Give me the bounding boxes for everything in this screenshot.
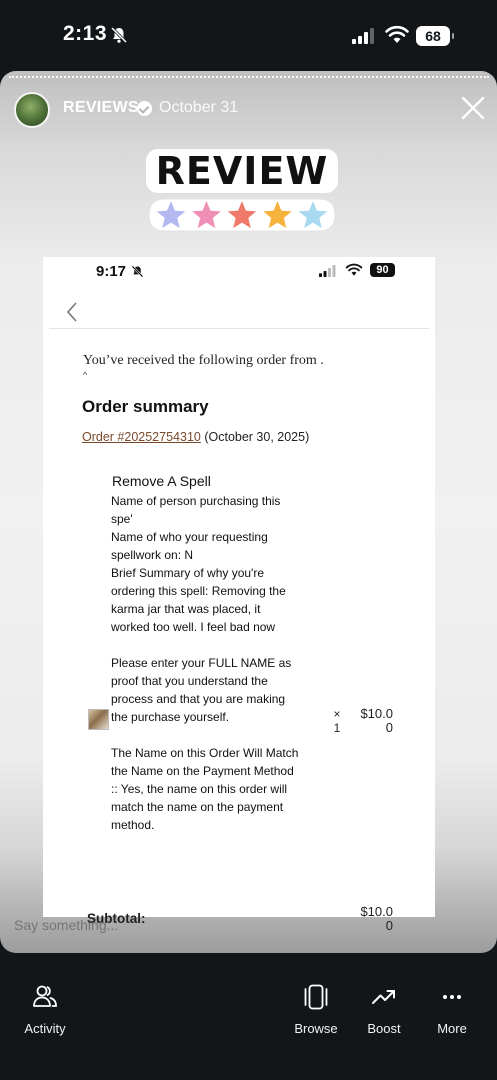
wifi-icon	[385, 25, 409, 43]
detail-line: the purchase yourself.	[111, 710, 230, 724]
account-avatar[interactable]	[14, 92, 50, 128]
detail-line: method.	[111, 818, 155, 832]
detail-line: the Name on the Payment Method	[111, 764, 294, 778]
quantity-value: 1	[333, 721, 341, 735]
order-screenshot: 9:17 90 You’ve received the following or…	[43, 257, 435, 933]
detail-line: match the name on the payment	[111, 800, 284, 814]
detail-line: The Name on this Order Will Match	[111, 746, 299, 760]
trending-up-icon	[372, 990, 395, 1004]
inner-wifi-icon	[345, 263, 363, 276]
bell-muted-icon	[110, 26, 128, 44]
detail-line: Brief Summary of why you're	[111, 566, 265, 580]
story-username[interactable]: REVIEWS	[63, 99, 139, 117]
product-name: Remove A Spell	[112, 473, 211, 489]
order-line: Order #20252754310 (October 30, 2025)	[82, 430, 309, 444]
story-viewer-screen: 2:13 68 REVIEWS October 31 REVIEW 9:17 9…	[0, 0, 497, 1080]
story-card[interactable]: REVIEWS October 31 REVIEW 9:17 90 You’ve…	[0, 71, 497, 953]
detail-line: ordering this spell: Removing the	[111, 584, 286, 598]
detail-line: :: Yes, the name on this order will	[111, 782, 288, 796]
product-quantity: × 1	[330, 707, 344, 735]
detail-spacer	[111, 636, 333, 654]
reply-input[interactable]	[14, 917, 474, 933]
inner-battery-indicator: 90	[370, 263, 395, 277]
people-icon	[33, 985, 57, 1007]
detail-spacer	[111, 726, 333, 744]
quantity-multiplier: ×	[333, 707, 341, 721]
inner-divider	[49, 328, 429, 329]
order-date: (October 30, 2025)	[200, 430, 310, 444]
detail-line: spellwork on: N	[111, 548, 194, 562]
sticker-title: REVIEW	[145, 149, 339, 193]
status-time: 2:13	[63, 22, 108, 45]
back-chevron-icon	[66, 302, 77, 322]
story-date: October 31	[159, 99, 239, 116]
inner-signal-icon	[319, 265, 336, 277]
order-intro-text: You’ve received the following order from…	[83, 353, 324, 368]
review-sticker: REVIEW	[143, 149, 341, 241]
detail-line: process and that you are making	[111, 692, 286, 706]
detail-line: Please enter your FULL NAME as	[111, 656, 292, 670]
detail-line: worked too well. I feel bad now	[111, 620, 276, 634]
nav-activity[interactable]: Activity	[5, 983, 85, 1036]
nav-activity-label: Activity	[24, 1021, 66, 1036]
detail-line: Name of person purchasing this	[111, 494, 281, 508]
inner-bell-muted-icon	[131, 265, 144, 278]
product-details: Name of person purchasing this spe' Name o…	[111, 492, 333, 834]
nav-more[interactable]: More	[412, 983, 492, 1036]
star-rating	[148, 198, 336, 232]
close-icon[interactable]	[458, 93, 488, 123]
detail-line: proof that you understand the	[111, 674, 268, 688]
nav-more-label: More	[437, 1021, 467, 1036]
product-thumbnail	[88, 709, 109, 730]
product-price: $10.0 0	[353, 707, 393, 735]
detail-line: spe'	[111, 512, 133, 526]
order-summary-heading: Order summary	[82, 397, 209, 416]
detail-line: karma jar that was placed, it	[111, 602, 261, 616]
detail-line: Name of who your requesting	[111, 530, 268, 544]
inner-status-time: 9:17	[96, 263, 127, 280]
battery-indicator: 68	[416, 26, 454, 46]
more-dots-icon	[443, 995, 461, 999]
bottom-nav: Activity Browse Boost More	[0, 953, 497, 1080]
verified-badge-icon	[137, 101, 152, 116]
order-number-link: Order #20252754310	[82, 430, 201, 444]
price-line-1: $10.0	[360, 706, 393, 721]
price-line-2: 0	[385, 720, 393, 735]
status-bar: 2:13 68	[0, 0, 497, 72]
story-progress-bar	[9, 76, 489, 80]
cellular-signal-icon	[352, 28, 374, 44]
browse-cards-icon	[304, 984, 328, 1010]
caret-mark: ^	[83, 370, 88, 380]
